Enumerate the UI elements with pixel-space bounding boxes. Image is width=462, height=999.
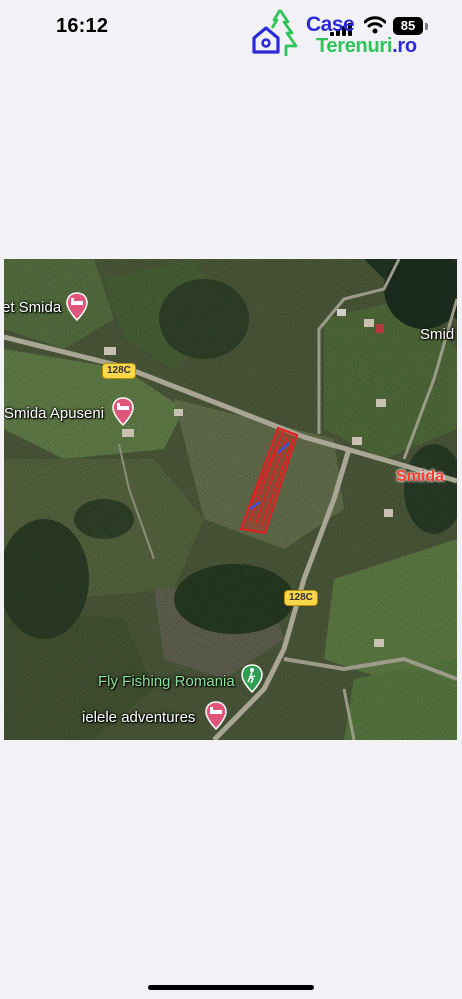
lodging-pin-icon[interactable]	[112, 397, 134, 427]
house-tree-logo-icon	[252, 9, 298, 56]
road-shield-128c: 128C	[284, 590, 318, 606]
place-label-ielele[interactable]: ielele adventures	[82, 709, 195, 726]
lodging-pin-icon[interactable]	[205, 701, 227, 731]
road-shield-128c: 128C	[102, 363, 136, 379]
place-label-smida-apuseni[interactable]: Smida Apuseni	[4, 405, 104, 422]
village-label-smida[interactable]: Smida	[396, 468, 444, 486]
place-label-smid[interactable]: Smid	[420, 326, 454, 343]
satellite-map[interactable]: 128C 128C et Smida Smida Apuseni Smid Sm…	[4, 259, 457, 740]
logo-text-case: Case	[306, 13, 355, 36]
logo-text-terenuri: Terenuri.ro	[316, 35, 417, 57]
lodging-pin-icon[interactable]	[66, 292, 88, 322]
hiking-pin-icon[interactable]	[241, 664, 263, 694]
status-time: 16:12	[56, 15, 109, 37]
case-terenuri-logo: Case Terenuri.ro	[250, 6, 450, 58]
map-terrain	[4, 259, 457, 740]
place-label-fly-fishing[interactable]: Fly Fishing Romania	[98, 673, 235, 690]
place-label-smida-top[interactable]: et Smida	[4, 299, 61, 316]
home-indicator[interactable]	[148, 985, 314, 990]
